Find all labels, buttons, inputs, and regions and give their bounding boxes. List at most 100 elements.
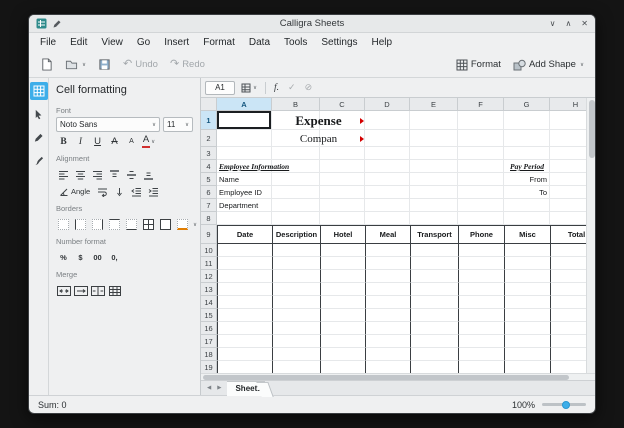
increase-precision-button[interactable]: 00 [90, 250, 105, 265]
cell-G15[interactable] [504, 309, 550, 322]
border-outline-button[interactable] [158, 217, 173, 232]
row-header-17[interactable]: 17 [201, 335, 217, 348]
angle-button[interactable]: Angle [56, 184, 93, 199]
cell-D9[interactable]: Meal [365, 225, 410, 244]
cell-B14[interactable] [272, 296, 320, 309]
cell-B15[interactable] [272, 309, 320, 322]
column-header-D[interactable]: D [365, 98, 410, 111]
cell-A18[interactable] [217, 348, 272, 361]
cell-D7[interactable] [365, 199, 410, 212]
cell-G14[interactable] [504, 296, 550, 309]
cell-C7[interactable] [320, 199, 365, 212]
valign-top-button[interactable] [107, 167, 122, 182]
cell-A16[interactable] [217, 322, 272, 335]
align-center-button[interactable] [73, 167, 88, 182]
cell-G2[interactable] [504, 130, 550, 147]
cell-G18[interactable] [504, 348, 550, 361]
cell-G11[interactable] [504, 257, 550, 270]
titlebar[interactable]: Calligra Sheets ∨ ∧ ✕ [29, 15, 595, 33]
minimize-button[interactable]: ∨ [550, 19, 556, 28]
cell-A11[interactable] [217, 257, 272, 270]
cell-G4[interactable]: Pay Period [504, 160, 550, 173]
cell-C15[interactable] [320, 309, 365, 322]
cell-B17[interactable] [272, 335, 320, 348]
border-color-button[interactable] [175, 217, 190, 232]
align-right-button[interactable] [90, 167, 105, 182]
cell-A13[interactable] [217, 283, 272, 296]
cell-A17[interactable] [217, 335, 272, 348]
vertical-scrollbar[interactable] [586, 98, 595, 373]
row-header-3[interactable]: 3 [201, 147, 217, 160]
vertical-scrollbar-thumb[interactable] [589, 100, 595, 158]
column-header-C[interactable]: C [320, 98, 365, 111]
cell-E7[interactable] [410, 199, 458, 212]
undo-button[interactable]: ↶ Undo [118, 56, 163, 73]
small-caps-button[interactable]: A [124, 134, 139, 149]
cell-reference-box[interactable]: A1 [205, 81, 235, 95]
cell-D14[interactable] [365, 296, 410, 309]
new-document-button[interactable] [35, 55, 58, 74]
cell-E12[interactable] [410, 270, 458, 283]
cell-E13[interactable] [410, 283, 458, 296]
valign-bottom-button[interactable] [141, 167, 156, 182]
cell-C16[interactable] [320, 322, 365, 335]
cell-H4[interactable] [550, 160, 586, 173]
cell-E9[interactable]: Transport [410, 225, 458, 244]
cell-D2[interactable] [365, 130, 410, 147]
row-header-13[interactable]: 13 [201, 283, 217, 296]
cell-A14[interactable] [217, 296, 272, 309]
pencil-tool-tab[interactable] [30, 128, 48, 146]
cell-E6[interactable] [410, 186, 458, 199]
cell-G8[interactable] [504, 212, 550, 225]
align-left-button[interactable] [56, 167, 71, 182]
cell-C8[interactable] [320, 212, 365, 225]
merge-cells-button[interactable] [56, 283, 71, 298]
cell-G10[interactable] [504, 244, 550, 257]
border-left-button[interactable] [73, 217, 88, 232]
menu-data[interactable]: Data [242, 35, 277, 50]
border-all-button[interactable] [141, 217, 156, 232]
cell-G5[interactable]: From [504, 173, 550, 186]
row-header-18[interactable]: 18 [201, 348, 217, 361]
cell-B8[interactable] [272, 212, 320, 225]
cell-tools-tab[interactable] [30, 82, 48, 100]
row-header-7[interactable]: 7 [201, 199, 217, 212]
cell-A1[interactable] [217, 111, 272, 130]
cell-C11[interactable] [320, 257, 365, 270]
cell-B11[interactable] [272, 257, 320, 270]
cell-C5[interactable] [320, 173, 365, 186]
close-button[interactable]: ✕ [581, 19, 588, 28]
cell-F1[interactable] [458, 111, 504, 130]
cell-H10[interactable] [550, 244, 586, 257]
horizontal-scrollbar[interactable] [201, 373, 595, 380]
cell-F2[interactable] [458, 130, 504, 147]
cell-C12[interactable] [320, 270, 365, 283]
row-header-6[interactable]: 6 [201, 186, 217, 199]
cell-D12[interactable] [365, 270, 410, 283]
menu-file[interactable]: File [33, 35, 63, 50]
cell-A2[interactable] [217, 130, 272, 147]
cell-F4[interactable] [458, 160, 504, 173]
border-bottom-button[interactable] [124, 217, 139, 232]
cell-B2[interactable]: Compan [272, 130, 365, 147]
cell-H5[interactable] [550, 173, 586, 186]
cell-D4[interactable] [365, 160, 410, 173]
cell-D18[interactable] [365, 348, 410, 361]
cell-E16[interactable] [410, 322, 458, 335]
cell-A4[interactable]: Employee Information [217, 160, 365, 173]
cell-G17[interactable] [504, 335, 550, 348]
accept-entry-button[interactable]: ✓ [285, 81, 299, 95]
font-size-combobox[interactable]: 11 ∨ [163, 117, 193, 132]
cell-C9[interactable]: Hotel [320, 225, 365, 244]
cell-D5[interactable] [365, 173, 410, 186]
cell-E14[interactable] [410, 296, 458, 309]
cell-E4[interactable] [410, 160, 458, 173]
cell-E5[interactable] [410, 173, 458, 186]
menu-view[interactable]: View [94, 35, 130, 50]
cell-F7[interactable] [458, 199, 504, 212]
cell-B12[interactable] [272, 270, 320, 283]
cell-D3[interactable] [365, 147, 410, 160]
column-header-G[interactable]: G [504, 98, 550, 111]
cell-C10[interactable] [320, 244, 365, 257]
merge-region-button[interactable] [107, 283, 122, 298]
